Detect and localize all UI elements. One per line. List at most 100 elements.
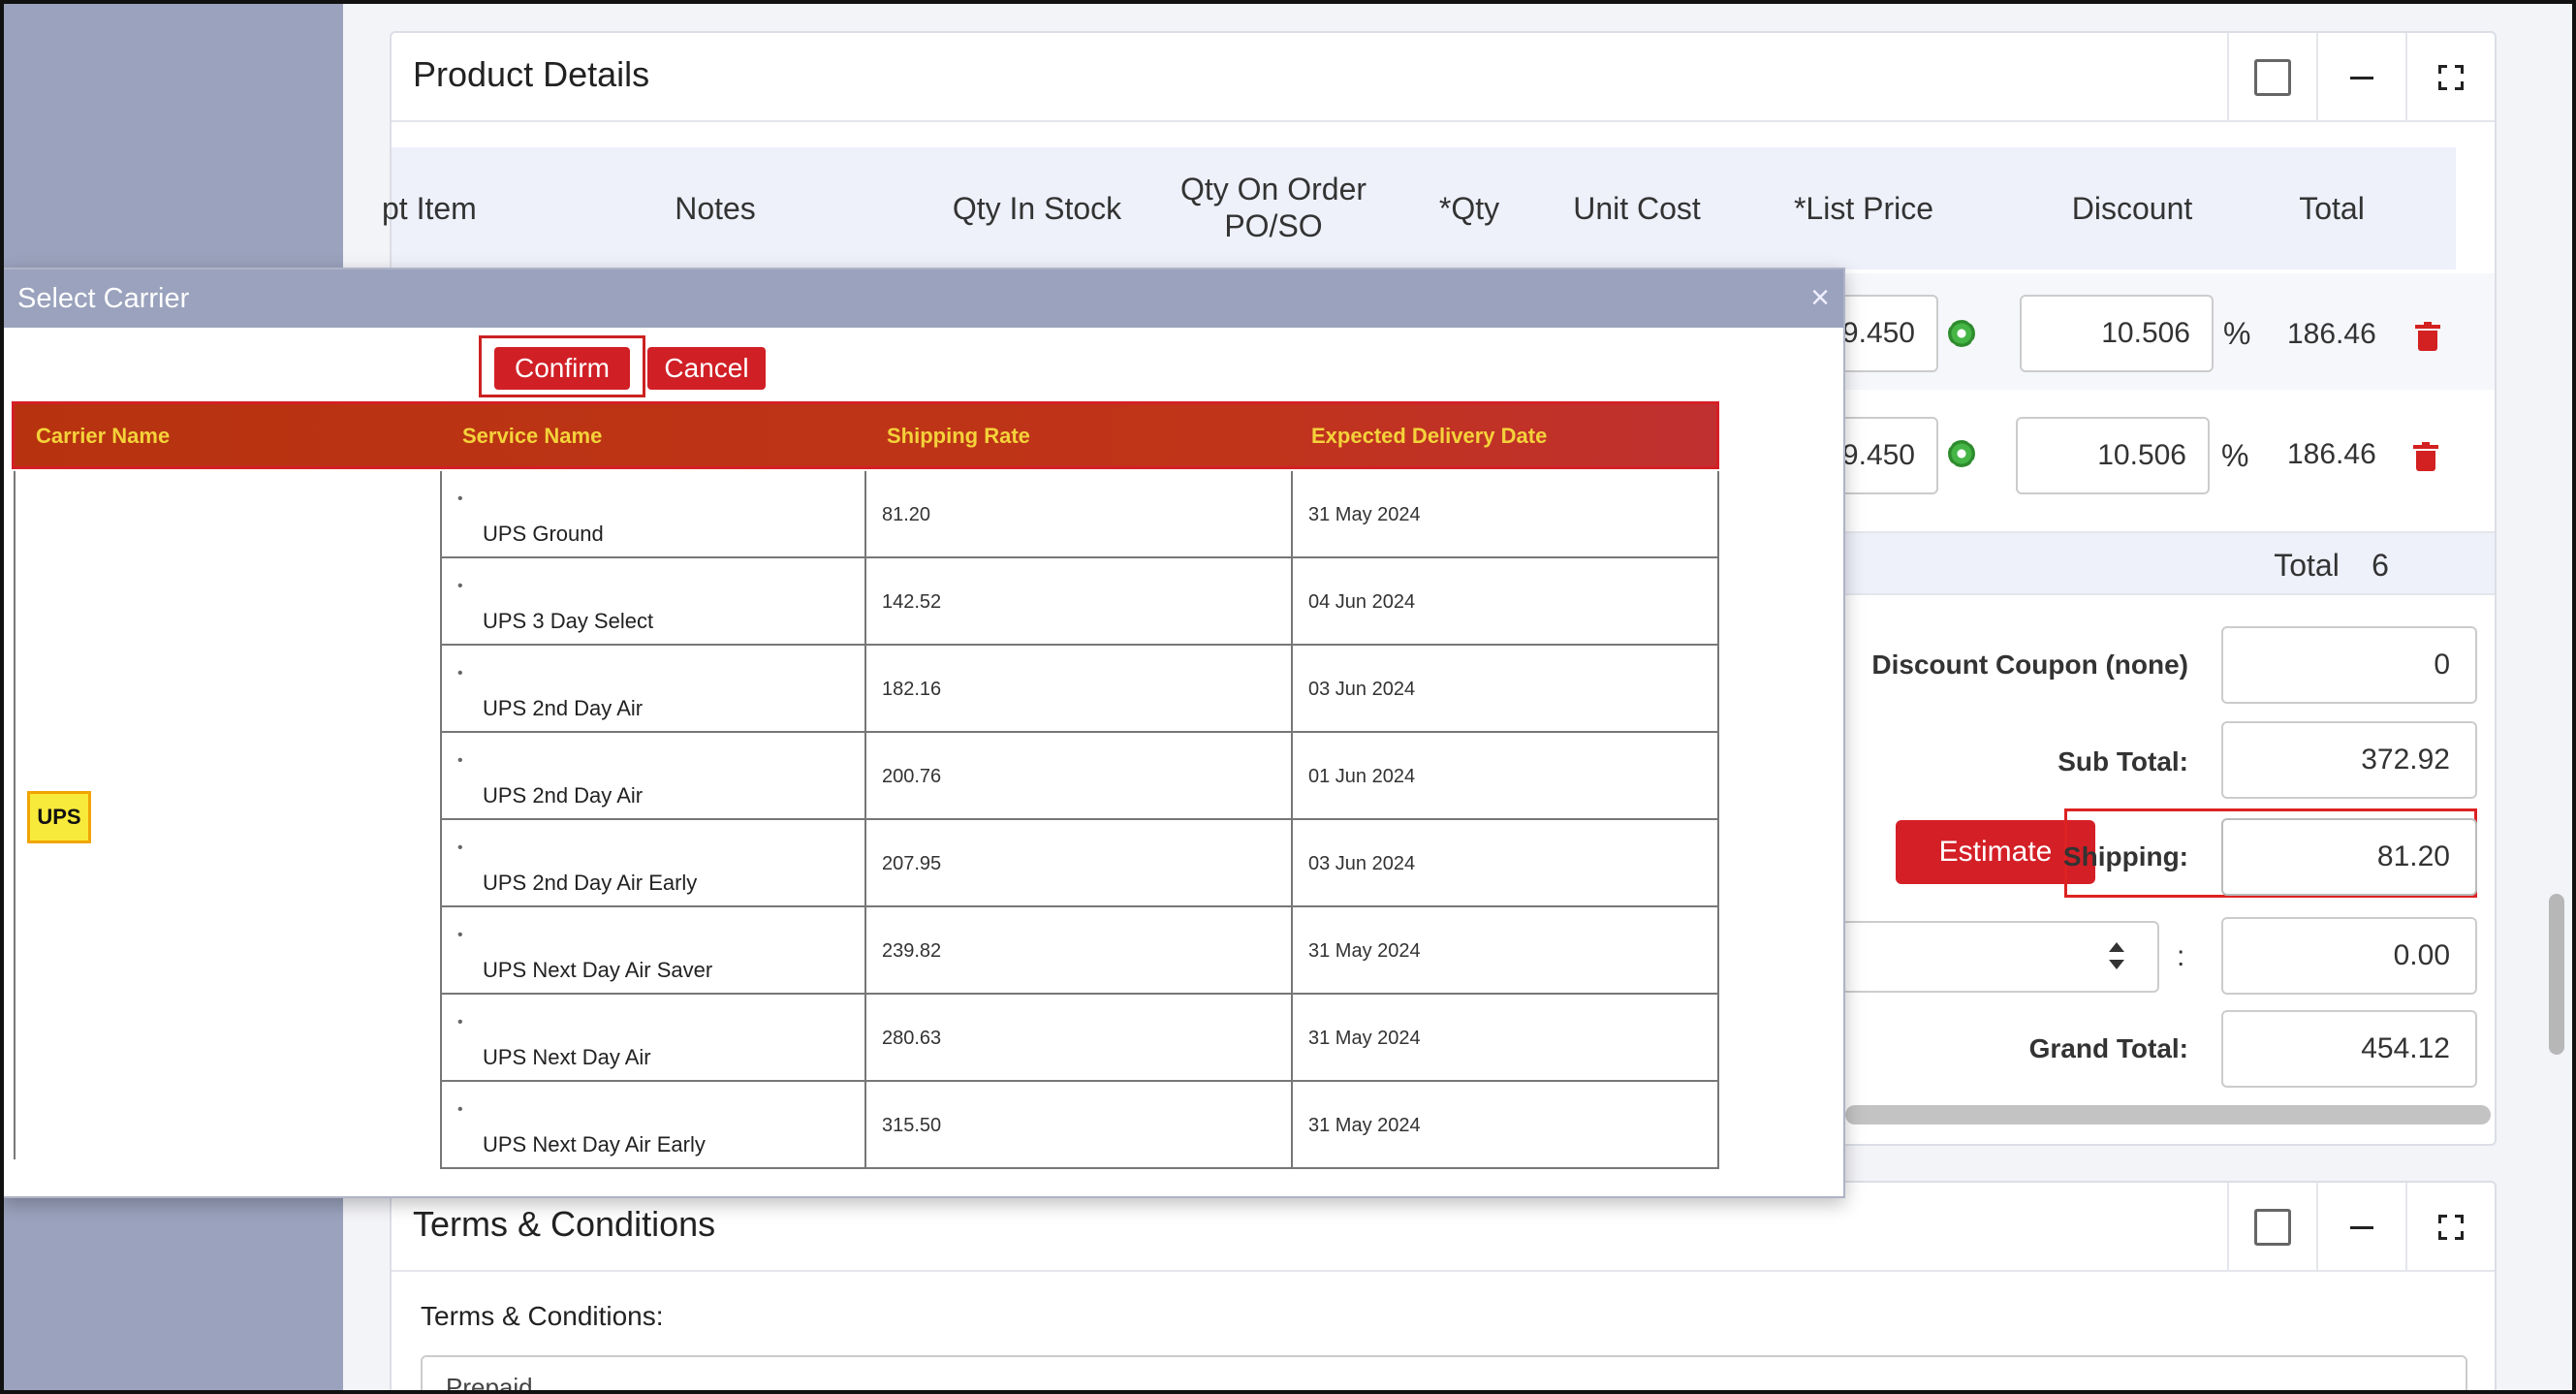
service-row[interactable]: • UPS Next Day Air Early 315.50 31 May 2024: [440, 1082, 1719, 1169]
service-row[interactable]: • UPS Next Day Air Saver 239.82 31 May 2024: [440, 907, 1719, 995]
close-icon[interactable]: ×: [1810, 279, 1830, 317]
trash-icon[interactable]: [2413, 442, 2438, 471]
select-carrier-modal: Select Carrier × Confirm Cancel Carrier …: [2, 268, 1845, 1198]
service-name-cell: • UPS Next Day Air: [440, 995, 866, 1082]
shipping-rate-cell: 200.76: [866, 733, 1293, 820]
bullet-icon: •: [457, 1101, 463, 1118]
fullscreen-button[interactable]: [2405, 1183, 2495, 1272]
service-name: UPS Ground: [483, 522, 604, 546]
cancel-button[interactable]: Cancel: [647, 347, 766, 390]
terms-input[interactable]: Prepaid: [421, 1355, 2467, 1394]
bullet-icon: •: [457, 665, 463, 681]
col-qty-in-stock: Qty In Stock: [952, 191, 1122, 226]
col-expected-delivery: Expected Delivery Date: [1311, 424, 1548, 448]
service-row[interactable]: • UPS Ground 81.20 31 May 2024: [440, 471, 1719, 558]
service-row[interactable]: • UPS 2nd Day Air Early 207.95 03 Jun 2024: [440, 820, 1719, 907]
subtotal-label: Sub Total:: [2058, 746, 2188, 776]
select-checkbox-button[interactable]: [2227, 1183, 2316, 1272]
horizontal-scrollbar[interactable]: [1845, 1105, 2491, 1125]
shipping-rate: 207.95: [882, 853, 942, 874]
service-name: UPS Next Day Air Early: [483, 1132, 706, 1156]
delivery-date: 31 May 2024: [1308, 1028, 1421, 1049]
delivery-date: 03 Jun 2024: [1308, 679, 1416, 700]
shipping-rate: 200.76: [882, 766, 942, 787]
service-name-cell: • UPS 2nd Day Air: [440, 646, 866, 733]
shipping-rate-cell: 207.95: [866, 820, 1293, 907]
terms-label: Terms & Conditions:: [421, 1301, 664, 1331]
service-name-cell: • UPS 2nd Day Air Early: [440, 820, 866, 907]
shipping-rate: 239.82: [882, 940, 942, 962]
service-name: UPS 2nd Day Air: [483, 783, 644, 808]
price-settings-icon[interactable]: [1948, 440, 1975, 467]
subtotal-input[interactable]: 372.92: [2221, 721, 2477, 799]
service-row[interactable]: • UPS Next Day Air 280.63 31 May 2024: [440, 995, 1719, 1082]
bullet-icon: •: [457, 1014, 463, 1030]
delivery-date-cell: 31 May 2024: [1293, 995, 1719, 1082]
col-qty-on-order-text: Qty On Order PO/SO: [1179, 172, 1367, 243]
discount-coupon-input[interactable]: 0: [2221, 626, 2477, 704]
col-carrier-name: Carrier Name: [36, 424, 171, 448]
service-name: UPS Next Day Air Saver: [483, 958, 713, 982]
shipping-label: Shipping:: [2062, 841, 2188, 871]
col-qty-on-order: Qty On Order PO/SO: [1159, 171, 1388, 244]
delivery-date: 01 Jun 2024: [1308, 766, 1416, 787]
shipping-rate: 81.20: [882, 504, 931, 525]
carrier-cell: UPS: [16, 471, 442, 1159]
shipping-input[interactable]: 81.20: [2221, 818, 2477, 896]
tax-colon: :: [2177, 940, 2185, 972]
grand-total-input[interactable]: 454.12: [2221, 1010, 2477, 1088]
shipping-rate-cell: 142.52: [866, 558, 1293, 646]
delivery-date-cell: 01 Jun 2024: [1293, 733, 1719, 820]
service-row[interactable]: • UPS 2nd Day Air 200.76 01 Jun 2024: [440, 733, 1719, 820]
trash-icon[interactable]: [2415, 322, 2440, 351]
collapse-button[interactable]: [2316, 1183, 2405, 1272]
terms-title: Terms & Conditions: [413, 1204, 716, 1244]
delivery-date: 31 May 2024: [1308, 1115, 1421, 1136]
price-settings-icon[interactable]: [1948, 320, 1975, 347]
delivery-date-cell: 03 Jun 2024: [1293, 820, 1719, 907]
service-name-cell: • UPS 2nd Day Air: [440, 733, 866, 820]
discount-input[interactable]: 10.506: [2016, 417, 2210, 494]
confirm-button[interactable]: Confirm: [494, 347, 630, 390]
row-total: 186.46: [2287, 318, 2376, 350]
service-name-cell: • UPS Next Day Air Saver: [440, 907, 866, 995]
delivery-date-cell: 04 Jun 2024: [1293, 558, 1719, 646]
shipping-rate-cell: 315.50: [866, 1082, 1293, 1169]
checkbox-icon: [2254, 59, 2291, 96]
shipping-rate: 280.63: [882, 1028, 942, 1049]
modal-title: Select Carrier: [17, 283, 190, 314]
col-qty: *Qty: [1438, 191, 1500, 226]
delivery-date: 04 Jun 2024: [1308, 591, 1416, 613]
service-row[interactable]: • UPS 3 Day Select 142.52 04 Jun 2024: [440, 558, 1719, 646]
discount-input[interactable]: 10.506: [2020, 295, 2214, 372]
service-name: UPS 2nd Day Air: [483, 696, 644, 720]
expand-icon: [2438, 65, 2464, 90]
service-name: UPS 3 Day Select: [483, 609, 654, 633]
col-unit-cost: Unit Cost: [1573, 191, 1701, 226]
col-discount: Discount: [2071, 191, 2193, 226]
vertical-scrollbar-track[interactable]: [2541, 0, 2576, 1394]
vertical-scrollbar-thumb[interactable]: [2549, 894, 2564, 1055]
collapse-button[interactable]: [2316, 33, 2405, 122]
ups-carrier-badge[interactable]: UPS: [27, 791, 91, 843]
row-total: 186.46: [2287, 438, 2376, 470]
select-checkbox-button[interactable]: [2227, 33, 2316, 122]
delivery-date-cell: 31 May 2024: [1293, 471, 1719, 558]
modal-header: Select Carrier ×: [4, 269, 1843, 328]
discount-coupon-label: Discount Coupon (none): [1871, 649, 2188, 680]
bullet-icon: •: [457, 927, 463, 943]
product-details-title: Product Details: [413, 54, 650, 94]
delivery-date: 03 Jun 2024: [1308, 853, 1416, 874]
shipping-rate: 182.16: [882, 679, 942, 700]
col-service-name: Service Name: [462, 424, 603, 448]
fullscreen-button[interactable]: [2405, 33, 2495, 122]
col-shipping-rate: Shipping Rate: [887, 424, 1030, 448]
service-name: UPS Next Day Air: [483, 1045, 651, 1069]
tax-input[interactable]: 0.00: [2221, 917, 2477, 995]
bullet-icon: •: [457, 840, 463, 856]
service-row[interactable]: • UPS 2nd Day Air 182.16 03 Jun 2024: [440, 646, 1719, 733]
grand-total-label: Grand Total:: [2028, 1033, 2188, 1063]
delivery-date-cell: 03 Jun 2024: [1293, 646, 1719, 733]
col-notes: Notes: [675, 191, 756, 226]
service-name-cell: • UPS Next Day Air Early: [440, 1082, 866, 1169]
